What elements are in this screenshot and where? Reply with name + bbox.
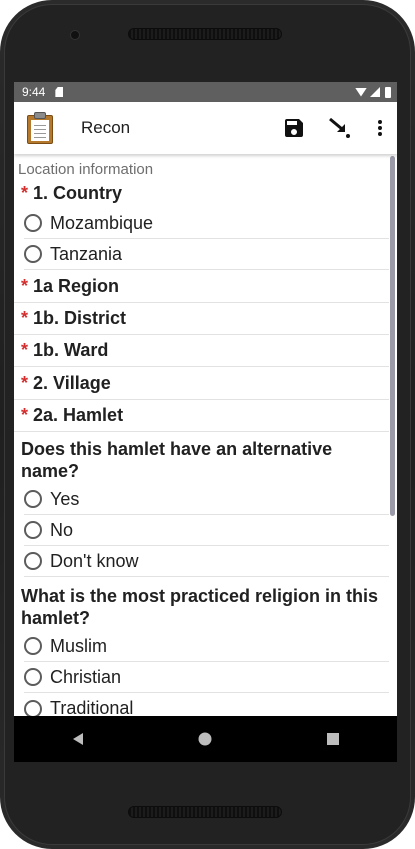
radio-button[interactable] <box>24 699 42 718</box>
radio-button[interactable] <box>24 521 42 539</box>
question-label: What is the most practiced religion in t… <box>21 586 379 628</box>
required-marker: * <box>21 405 29 425</box>
required-marker: * <box>21 340 29 360</box>
question-ward[interactable]: * 1b. Ward <box>14 335 389 367</box>
option-dont-know[interactable]: Don't know <box>24 546 389 577</box>
save-button[interactable] <box>271 102 317 154</box>
bottom-speaker <box>128 806 282 818</box>
option-label: No <box>50 519 74 540</box>
option-label: Don't know <box>50 550 139 571</box>
radio-button[interactable] <box>24 245 42 263</box>
navigation-bar <box>14 716 397 762</box>
question-district[interactable]: * 1b. District <box>14 303 389 335</box>
status-time: 9:44 <box>22 85 46 99</box>
section-title: Location information <box>18 161 154 178</box>
option-label: Tanzania <box>50 243 123 264</box>
question-label: Does this hamlet have an alternative nam… <box>21 439 333 481</box>
home-circle-icon <box>198 732 212 746</box>
go-to-prompt-button[interactable] <box>317 102 363 154</box>
wifi-icon <box>355 87 367 97</box>
go-to-prompt-icon <box>329 117 350 138</box>
question-label: 1. Country <box>33 183 123 203</box>
clipboard-logo-icon <box>25 112 55 144</box>
question-country: * 1. Country <box>14 179 389 208</box>
nav-home-button[interactable] <box>185 719 225 759</box>
radio-button[interactable] <box>24 552 42 570</box>
question-label: 2a. Hamlet <box>33 405 124 425</box>
status-icons <box>355 86 391 98</box>
option-yes[interactable]: Yes <box>24 484 389 515</box>
radio-button[interactable] <box>24 490 42 508</box>
more-vert-icon <box>378 120 382 136</box>
option-tanzania[interactable]: Tanzania <box>24 239 389 270</box>
battery-icon <box>385 86 391 98</box>
save-icon <box>285 119 303 137</box>
question-label: 1a Region <box>33 275 120 296</box>
question-label: 1b. Ward <box>33 340 109 360</box>
question-label: 1b. District <box>33 308 127 328</box>
status-bar: 9:44 <box>14 82 397 102</box>
radio-button[interactable] <box>24 637 42 655</box>
cell-signal-icon <box>370 87 380 97</box>
screen: 9:44 Recon Location information * 1. Cou… <box>14 82 397 762</box>
overflow-menu-button[interactable] <box>363 102 397 154</box>
required-marker: * <box>21 308 29 328</box>
option-no[interactable]: No <box>24 515 389 546</box>
required-marker: * <box>21 183 29 203</box>
back-triangle-icon <box>72 733 83 745</box>
required-marker: * <box>21 372 29 393</box>
nav-back-button[interactable] <box>58 719 98 759</box>
front-camera <box>70 30 80 40</box>
option-christian[interactable]: Christian <box>24 662 389 693</box>
question-alternative-name: Does this hamlet have an alternative nam… <box>14 432 389 484</box>
question-hamlet[interactable]: * 2a. Hamlet <box>14 400 389 432</box>
option-label: Muslim <box>50 635 107 656</box>
option-label: Christian <box>50 666 122 687</box>
earpiece-speaker <box>128 28 282 40</box>
phone-frame: 9:44 Recon Location information * 1. Cou… <box>0 0 415 849</box>
radio-button[interactable] <box>24 668 42 686</box>
option-label: Mozambique <box>50 212 154 233</box>
app-title: Recon <box>81 118 131 137</box>
question-region[interactable]: * 1a Region <box>14 270 389 303</box>
question-religion: What is the most practiced religion in t… <box>14 577 389 631</box>
question-village[interactable]: * 2. Village <box>14 367 389 400</box>
option-muslim[interactable]: Muslim <box>24 631 389 662</box>
form-content[interactable]: Location information * 1. Country Mozamb… <box>14 154 397 736</box>
radio-button[interactable] <box>24 214 42 232</box>
nav-recents-button[interactable] <box>313 719 353 759</box>
recents-square-icon <box>327 733 340 745</box>
option-mozambique[interactable]: Mozambique <box>24 208 389 239</box>
scrollbar[interactable] <box>390 156 395 516</box>
option-label: Yes <box>50 488 80 509</box>
sd-card-icon <box>55 87 64 97</box>
question-label: 2. Village <box>33 372 111 393</box>
required-marker: * <box>21 275 29 296</box>
app-toolbar: Recon <box>14 102 397 154</box>
